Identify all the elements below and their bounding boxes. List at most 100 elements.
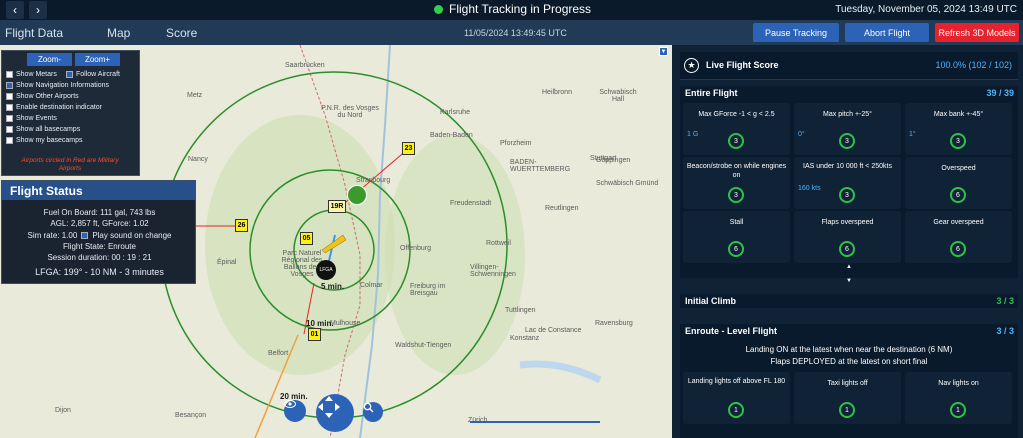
waypoint-marker[interactable]: 01 — [308, 328, 321, 341]
enroute-title: Enroute - Level Flight — [685, 326, 778, 336]
place-label: Göppingen — [596, 157, 631, 164]
option-show-events[interactable]: Show Events — [6, 115, 57, 122]
map-view[interactable]: Saarbrücken Metz Nancy Épinal Strasbourg… — [0, 45, 672, 438]
place-label: Villingen-Schwenningen — [470, 264, 516, 278]
option-show-my-basecamps[interactable]: Show my basecamps — [6, 137, 83, 144]
eta-10min-label: 10 min. — [306, 319, 334, 328]
initial-climb-count: 3 / 3 — [996, 296, 1014, 306]
score-ring-icon: 6 — [728, 241, 744, 257]
place-label: Strasbourg — [356, 177, 391, 184]
score-card-title: Taxi lights off — [827, 380, 868, 387]
airport-icon[interactable] — [347, 185, 367, 205]
place-label: Konstanz — [510, 335, 540, 342]
checkbox[interactable] — [6, 115, 13, 122]
status-dot-icon — [434, 4, 443, 14]
score-ring-icon: 1 — [839, 402, 855, 418]
flight-state: Flight State: Enroute — [63, 242, 136, 251]
eye-view-button[interactable] — [284, 400, 306, 422]
score-card-value: 0° — [798, 131, 805, 138]
title-bar: ‹ › Flight Tracking in Progress Tuesday,… — [0, 0, 1023, 20]
park-label: P.N.R. des Vosges du Nord — [321, 105, 379, 119]
place-label: Reutlingen — [545, 205, 579, 212]
enroute-note-2: Flaps DEPLOYED at the latest on short fi… — [770, 357, 928, 366]
expand-chevron-icon[interactable]: ▼ — [680, 278, 1018, 284]
place-label: Waldshut-Tiengen — [395, 342, 452, 349]
option-label: Show Navigation Informations — [16, 82, 109, 89]
vosges-forest-area — [205, 115, 395, 375]
checkbox[interactable] — [6, 82, 13, 89]
score-card-value: 1 G — [687, 131, 699, 138]
pan-control[interactable] — [316, 394, 354, 432]
abort-flight-button[interactable]: Abort Flight — [845, 23, 929, 42]
black-forest-area — [385, 135, 525, 375]
zoom-out-button[interactable]: Zoom- — [27, 53, 72, 66]
option-label: Follow Aircraft — [76, 71, 120, 78]
pause-tracking-button[interactable]: Pause Tracking — [753, 23, 839, 42]
refresh-3d-models-button[interactable]: Refresh 3D Models — [935, 23, 1019, 42]
menu-score[interactable]: Score — [166, 26, 197, 40]
option-show-metars[interactable]: Show Metars — [6, 71, 57, 78]
place-label: Nancy — [188, 156, 208, 163]
runway-marker[interactable]: 19R — [328, 200, 346, 213]
option-label: Show Other Airports — [16, 93, 79, 100]
back-button[interactable]: ‹ — [6, 1, 24, 19]
menu-flight-data[interactable]: Flight Data — [5, 26, 63, 40]
checkbox[interactable] — [6, 104, 13, 111]
map-options-panel: Zoom- Zoom+ Show Metars Follow Aircraft … — [1, 50, 140, 176]
option-follow-aircraft[interactable]: Follow Aircraft — [66, 71, 120, 78]
destination-airport-icon[interactable]: LFGA — [316, 260, 336, 280]
place-label: Schwabisch Hall — [599, 89, 637, 103]
checkbox[interactable] — [6, 71, 13, 78]
score-ring-icon: 6 — [950, 187, 966, 203]
option-show-other-airports[interactable]: Show Other Airports — [6, 93, 79, 100]
flight-status-panel: Flight Status Fuel On Board: 111 gal, 74… — [1, 180, 196, 284]
score-card: Landing lights off above FL 180 1 — [683, 372, 790, 424]
place-label: Baden-Baden — [430, 132, 473, 139]
waypoint-marker[interactable]: 23 — [402, 142, 415, 155]
checkbox[interactable] — [6, 126, 13, 133]
option-show-all-basecamps[interactable]: Show all basecamps — [6, 126, 80, 133]
eye-icon — [284, 400, 296, 408]
score-card-title: Max GForce -1 < g < 2.5 — [698, 111, 775, 118]
score-card-title: Overspeed — [941, 165, 976, 172]
checkbox[interactable] — [66, 71, 73, 78]
chevron-right-icon: › — [36, 3, 40, 17]
score-ring-icon: 3 — [728, 133, 744, 149]
collapse-chevron-icon[interactable]: ▲ — [680, 264, 1018, 270]
enroute-header[interactable]: Enroute - Level Flight 3 / 3 — [680, 324, 1018, 338]
search-button[interactable] — [363, 402, 383, 422]
agl-gforce: AGL: 2,857 ft, GForce: 1.02 — [50, 219, 149, 228]
menu-map[interactable]: Map — [107, 26, 130, 40]
initial-climb-header[interactable]: Initial Climb 3 / 3 — [680, 294, 1018, 308]
score-card-title: Max bank +-45° — [933, 111, 984, 118]
collapse-panel-button[interactable]: ▼ — [659, 47, 668, 56]
enroute-section: Enroute - Level Flight 3 / 3 Landing ON … — [680, 324, 1018, 438]
play-sound-checkbox[interactable] — [81, 232, 89, 239]
score-card-title: Landing lights off above FL 180 — [687, 378, 786, 385]
score-ring-icon: 6 — [839, 241, 855, 257]
score-card-title: Nav lights on — [938, 380, 979, 387]
place-label: Colmar — [360, 282, 383, 289]
checkbox[interactable] — [6, 137, 13, 144]
place-label: Tuttlingen — [505, 307, 536, 314]
session-duration: Session duration: 00 : 19 : 21 — [47, 253, 152, 262]
waypoint-marker[interactable]: 26 — [235, 219, 248, 232]
menu-bar: Flight Data Map Score 11/05/2024 13:49:4… — [0, 20, 1023, 45]
place-label: Metz — [187, 92, 203, 99]
initial-climb-section[interactable]: Initial Climb 3 / 3 — [680, 294, 1018, 308]
option-show-nav-info[interactable]: Show Navigation Informations — [6, 82, 109, 89]
option-label: Show Events — [16, 115, 57, 122]
enroute-count: 3 / 3 — [996, 326, 1014, 336]
score-panel: ★ Live Flight Score 100.0% (102 / 102) E… — [672, 45, 1023, 438]
forward-button[interactable]: › — [29, 1, 47, 19]
zoom-in-button[interactable]: Zoom+ — [75, 53, 120, 66]
entire-flight-header[interactable]: Entire Flight 39 / 39 — [680, 86, 1018, 100]
checkbox[interactable] — [6, 93, 13, 100]
lfga-info: LFGA: 199° - 10 NM - 3 minutes — [35, 267, 164, 277]
option-destination-indicator[interactable]: Enable destination indicator — [6, 104, 102, 111]
waypoint-marker[interactable]: 05 — [300, 232, 313, 245]
place-label: BADEN-WUERTTEMBERG — [510, 159, 571, 173]
score-ring-icon: 6 — [950, 241, 966, 257]
separator: ▼ — [680, 278, 1018, 286]
play-sound-label: Play sound on change — [92, 231, 172, 240]
